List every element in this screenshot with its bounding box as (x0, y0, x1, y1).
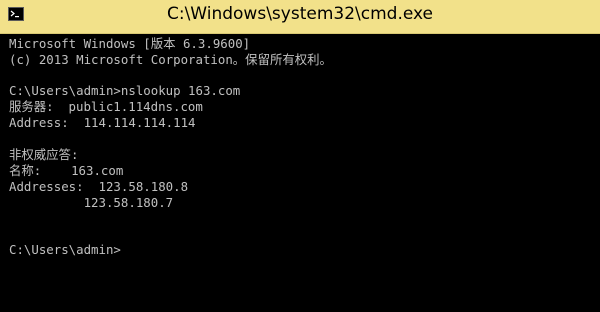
console-line-copyright: (c) 2013 Microsoft Corporation。保留所有权利。 (9, 52, 332, 67)
console-line-server: 服务器: public1.114dns.com (9, 99, 203, 114)
console-line-non-authoritative: 非权威应答: (9, 147, 79, 162)
cmd-window: C:\Windows\system32\cmd.exe Microsoft Wi… (0, 0, 600, 312)
console-output[interactable]: Microsoft Windows [版本 6.3.9600] (c) 2013… (0, 34, 600, 312)
console-prompt[interactable]: C:\Users\admin> (9, 242, 121, 258)
console-line-name: 名称: 163.com (9, 163, 124, 178)
console-line-server-address: Address: 114.114.114.114 (9, 115, 196, 130)
console-line-addresses: Addresses: 123.58.180.8 (9, 179, 189, 194)
console-line-version: Microsoft Windows [版本 6.3.9600] (9, 36, 251, 51)
console-line-address-2: 123.58.180.7 (9, 195, 174, 210)
title-bar[interactable]: C:\Windows\system32\cmd.exe (0, 0, 600, 34)
console-line-command: C:\Users\admin>nslookup 163.com (9, 83, 241, 98)
window-title: C:\Windows\system32\cmd.exe (166, 4, 433, 24)
